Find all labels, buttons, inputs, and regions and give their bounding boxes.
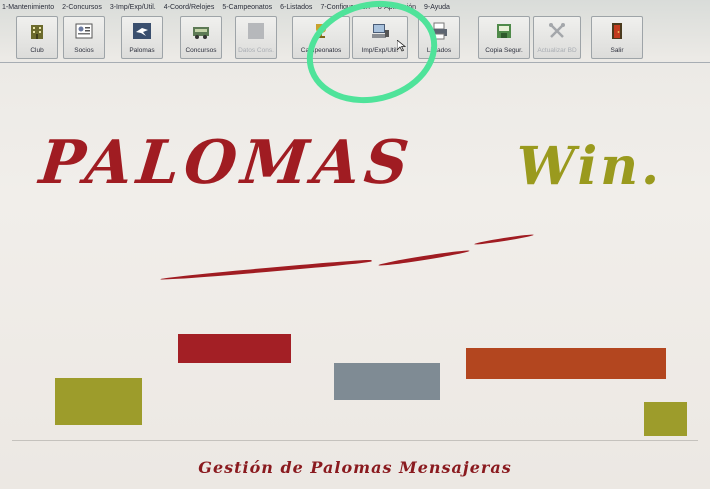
logo-suffix: Win. (517, 136, 663, 197)
menu-imp-exp-util[interactable]: 3-Imp/Exp/Util. (110, 2, 156, 14)
footer-divider (12, 440, 698, 441)
actualizar-bd-button[interactable]: Actualizar BD (533, 16, 581, 59)
logo-swoosh-3 (474, 233, 534, 246)
listados-button[interactable]: Listados (418, 16, 460, 59)
toolbar: Club Socios Palomas Concursos Datos Cons (6, 16, 706, 61)
socios-button[interactable]: Socios (63, 16, 105, 59)
decor-block-orange (466, 348, 666, 379)
truck-icon (193, 27, 209, 39)
pigeon-icon (133, 23, 151, 39)
blank-icon (248, 23, 264, 39)
actualizar-bd-button-label: Actualizar BD (537, 47, 577, 54)
palomas-button[interactable]: Palomas (121, 16, 163, 59)
application-window: 1-Mantenimiento 2-Concursos 3-Imp/Exp/Ut… (0, 0, 710, 489)
palomas-button-label: Palomas (129, 47, 155, 54)
members-icon (75, 23, 93, 39)
mouse-cursor-icon (397, 40, 406, 52)
socios-button-label: Socios (74, 47, 94, 54)
listados-button-label: Listados (426, 47, 452, 54)
concursos-button[interactable]: Concursos (180, 16, 222, 59)
decor-block-slate (334, 363, 440, 400)
toolbar-divider (0, 62, 710, 63)
club-button-label: Club (30, 47, 44, 54)
campeonatos-button[interactable]: Campeonatos (292, 16, 350, 59)
computer-icon (372, 24, 389, 38)
logo-title: PALOMAS (36, 128, 417, 198)
copia-segur-button[interactable]: Copia Segur. (478, 16, 530, 59)
menu-configuracion[interactable]: 7-Configuración (320, 2, 369, 14)
logo-swoosh-2 (378, 248, 470, 268)
salir-button[interactable]: Salir (591, 16, 643, 59)
menu-ayuda[interactable]: 9-Ayuda (424, 2, 450, 14)
footer-subtitle: Gestión de Palomas Mensajeras (198, 458, 512, 477)
menu-aplicacion[interactable]: 8-Aplicación (378, 2, 416, 14)
tools-icon (549, 23, 565, 38)
trophy-icon (316, 24, 326, 38)
menu-concursos[interactable]: 2-Concursos (62, 2, 102, 14)
logo-swoosh-1 (160, 258, 372, 282)
menu-bar: 1-Mantenimiento 2-Concursos 3-Imp/Exp/Ut… (0, 2, 710, 14)
concursos-button-label: Concursos (185, 47, 217, 54)
club-button[interactable]: Club (16, 16, 58, 59)
copia-segur-button-label: Copia Segur. (485, 47, 523, 54)
imp-exp-util-button[interactable]: Imp/Exp/Util. (352, 16, 408, 59)
menu-campeonatos[interactable]: 5-Campeonatos (222, 2, 272, 14)
datos-cons-button[interactable]: Datos Cons. (235, 16, 277, 59)
menu-mantenimiento[interactable]: 1-Mantenimiento (2, 2, 54, 14)
decor-block-red (178, 334, 291, 363)
building-icon (31, 25, 43, 39)
menu-coord-relojes[interactable]: 4-Coord/Relojes (164, 2, 215, 14)
backup-icon (497, 24, 511, 38)
exit-door-icon (612, 23, 622, 39)
campeonatos-button-label: Campeonatos (300, 47, 342, 54)
decor-block-olive-right (644, 402, 687, 436)
menu-listados[interactable]: 6-Listados (280, 2, 312, 14)
salir-button-label: Salir (610, 47, 624, 54)
datos-cons-button-label: Datos Cons. (238, 47, 274, 54)
decor-block-olive-left (55, 378, 142, 425)
printer-icon (431, 22, 447, 40)
